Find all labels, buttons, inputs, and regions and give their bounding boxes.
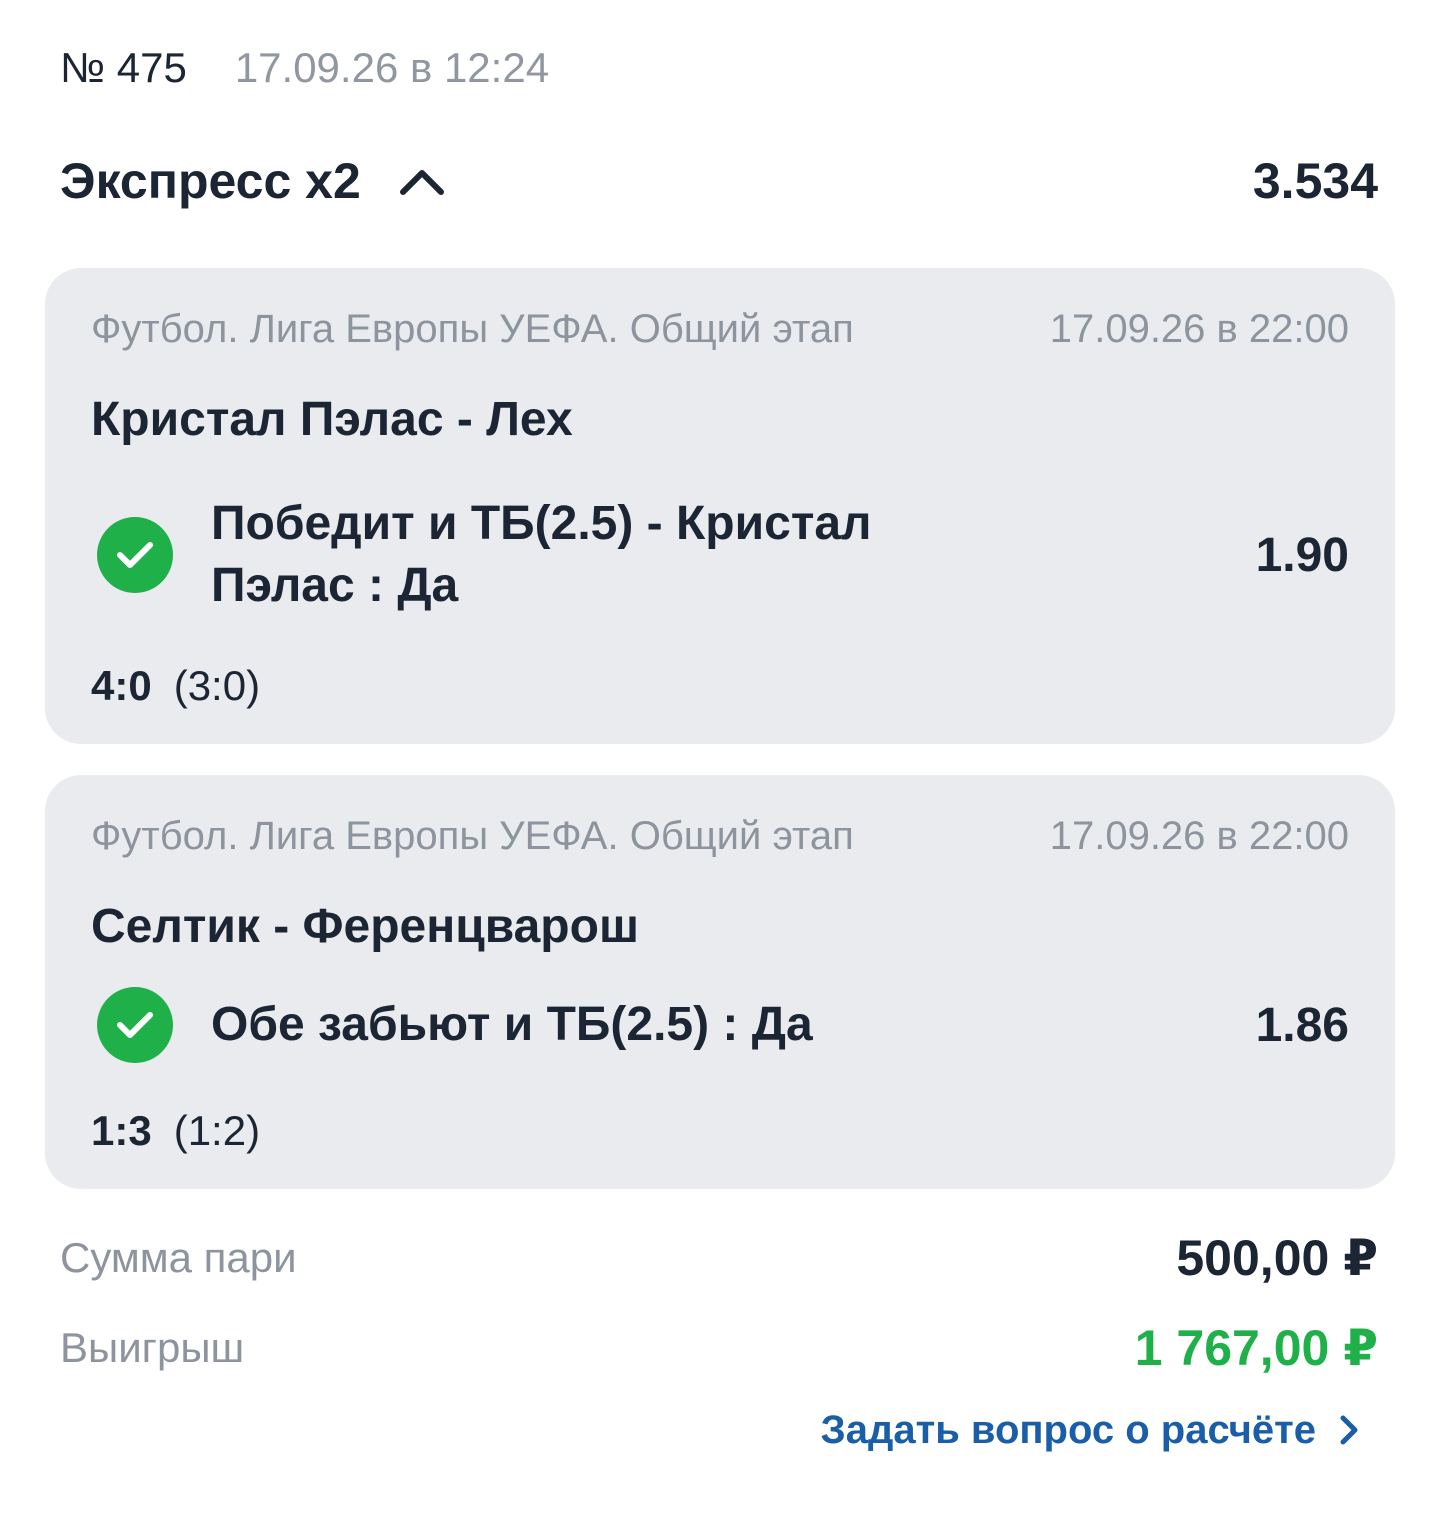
score-row: 1:3 (1:2) bbox=[91, 1105, 260, 1157]
win-label: Выигрыш bbox=[60, 1324, 245, 1371]
outcome-text: Обе забьют и ТБ(2.5) : Да bbox=[211, 998, 813, 1051]
event-datetime: 17.09.26 в 22:00 bbox=[1049, 814, 1349, 858]
outcome-row: Обе забьют и ТБ(2.5) : Да 1.86 bbox=[97, 987, 1349, 1063]
event-meta: Футбол. Лига Европы УЕФА. Общий этап 17.… bbox=[91, 304, 1349, 354]
ask-link-label: Задать вопрос о расчёте bbox=[820, 1407, 1316, 1452]
outcome-odds: 1.90 bbox=[1255, 528, 1349, 582]
bet-type: Экспресс х2 bbox=[60, 153, 361, 209]
stake-row: Сумма пари 500,00 ₽ bbox=[60, 1228, 1378, 1288]
win-row: Выигрыш 1 767,00 ₽ bbox=[60, 1318, 1378, 1378]
event-league: Футбол. Лига Европы УЕФА. Общий этап bbox=[91, 307, 854, 351]
ask-settlement-question-link[interactable]: Задать вопрос о расчёте bbox=[821, 1402, 1362, 1458]
chevron-up-icon[interactable] bbox=[397, 156, 447, 206]
event-card: Футбол. Лига Европы УЕФА. Общий этап 17.… bbox=[45, 268, 1395, 744]
bet-title-row: Экспресс х2 3.534 bbox=[60, 148, 1378, 214]
final-score: 4:0 bbox=[91, 662, 152, 709]
outcome-row: Победит и ТБ(2.5) - Кристал Пэлас : Да 1… bbox=[97, 490, 1349, 620]
check-circle-icon bbox=[97, 517, 173, 593]
stake-value: 500,00 ₽ bbox=[1176, 1230, 1378, 1286]
event-datetime: 17.09.26 в 22:00 bbox=[1049, 307, 1349, 351]
chevron-right-icon bbox=[1338, 1412, 1362, 1448]
outcome-odds: 1.86 bbox=[1255, 998, 1349, 1052]
bet-number: № 475 bbox=[60, 44, 187, 91]
outcome-text: Победит и ТБ(2.5) - Кристал Пэлас : Да bbox=[211, 497, 872, 612]
stake-label: Сумма пари bbox=[60, 1234, 297, 1281]
event-meta: Футбол. Лига Европы УЕФА. Общий этап 17.… bbox=[91, 811, 1349, 861]
bet-header: № 475 17.09.26 в 12:24 bbox=[60, 40, 549, 96]
match-name: Селтик - Ференцварош bbox=[91, 900, 639, 953]
event-league: Футбол. Лига Европы УЕФА. Общий этап bbox=[91, 814, 854, 858]
win-value: 1 767,00 ₽ bbox=[1134, 1320, 1378, 1376]
half-time-score: (3:0) bbox=[173, 662, 261, 709]
total-odds: 3.534 bbox=[1252, 153, 1378, 209]
bet-date: 17.09.26 в 12:24 bbox=[234, 44, 550, 91]
final-score: 1:3 bbox=[91, 1107, 152, 1154]
half-time-score: (1:2) bbox=[173, 1107, 261, 1154]
score-row: 4:0 (3:0) bbox=[91, 660, 260, 712]
check-circle-icon bbox=[97, 987, 173, 1063]
event-card: Футбол. Лига Европы УЕФА. Общий этап 17.… bbox=[45, 775, 1395, 1189]
match-name: Кристал Пэлас - Лех bbox=[91, 393, 573, 446]
